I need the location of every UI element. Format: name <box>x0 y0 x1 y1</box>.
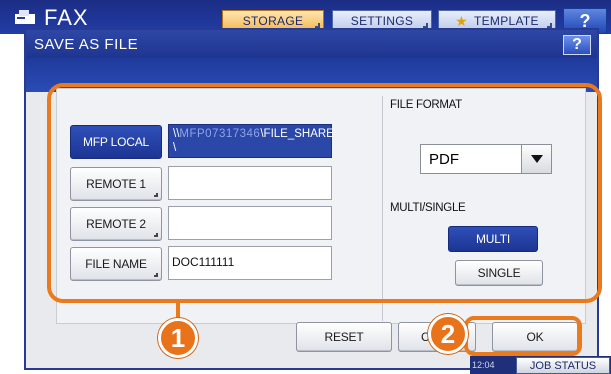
tab-storage-label: STORAGE <box>242 14 304 28</box>
reset-label: RESET <box>324 330 364 344</box>
star-icon: ★ <box>455 12 468 29</box>
callout-badge-2: 2 <box>428 314 468 354</box>
tab-settings-label: SETTINGS <box>350 14 414 28</box>
dialog-title: SAVE AS FILE <box>34 36 139 53</box>
callout-badge-1: 1 <box>158 318 198 358</box>
tab-template-label: TEMPLATE <box>474 14 539 28</box>
reset-button[interactable]: RESET <box>296 322 392 352</box>
callout-highlight-ok <box>464 316 582 356</box>
dialog-help-button[interactable]: ? <box>563 35 591 55</box>
fax-machine-icon <box>15 10 35 24</box>
callout-highlight-settings <box>47 83 602 303</box>
dialog-titlebar: SAVE AS FILE ? <box>26 30 597 58</box>
job-status-button[interactable]: JOB STATUS <box>516 357 610 374</box>
screen: FAX STORAGE SETTINGS ★ TEMPLATE ? SAVE A… <box>0 0 611 374</box>
clock-readout: 12:04 <box>472 360 495 370</box>
